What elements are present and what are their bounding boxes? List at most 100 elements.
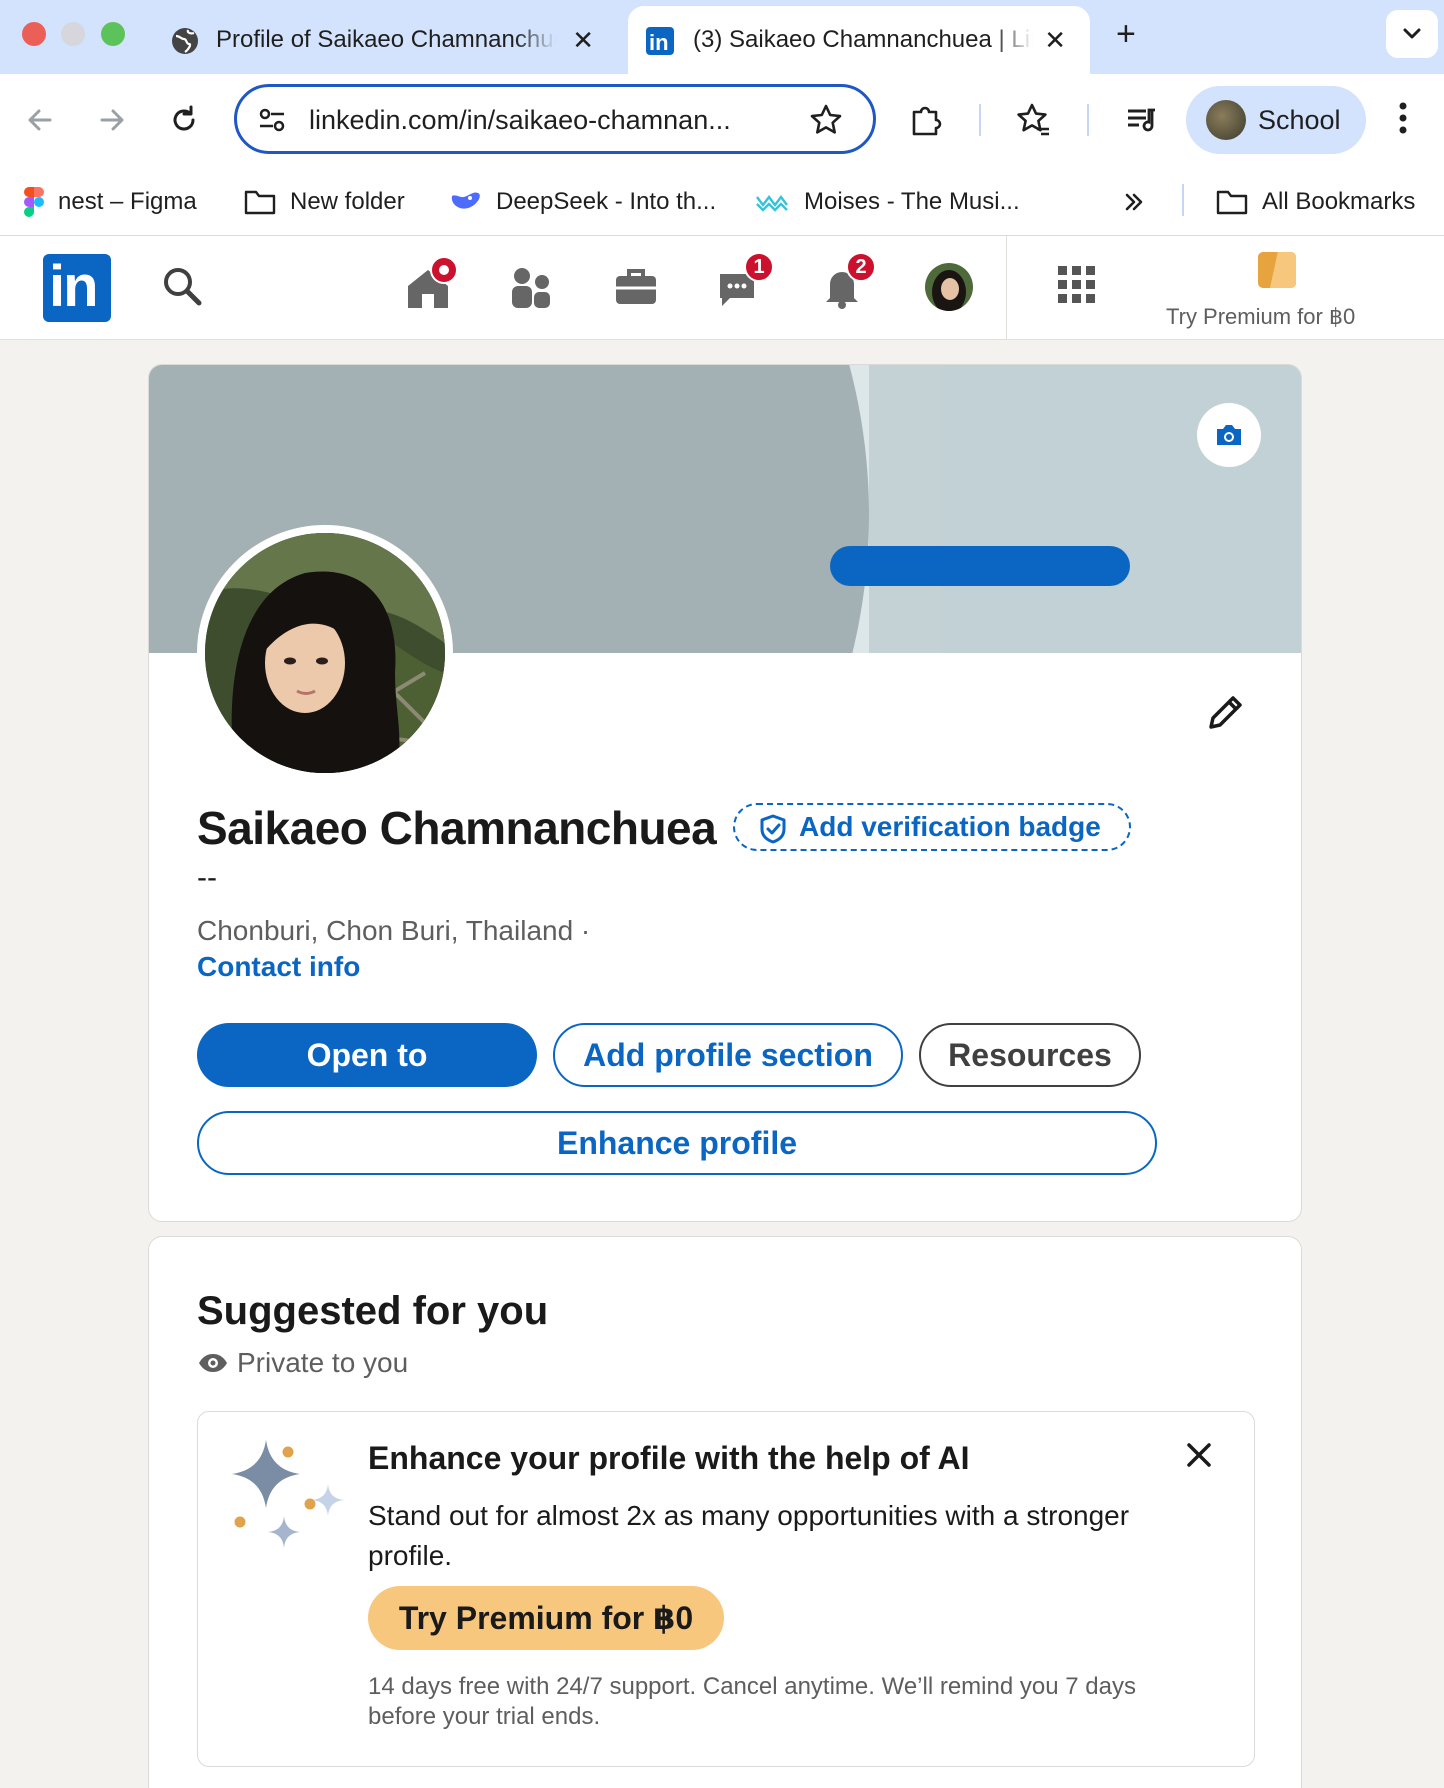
url-text[interactable]: linkedin.com/in/saikaeo-chamnan...: [309, 105, 731, 136]
profile-photo[interactable]: [197, 525, 453, 781]
globe-icon: [172, 28, 198, 54]
site-settings-icon[interactable]: [257, 105, 287, 135]
dismiss-suggestion-button[interactable]: [1186, 1442, 1212, 1473]
contact-info-link[interactable]: Contact info: [197, 951, 360, 983]
chevron-down-icon: [1403, 28, 1421, 39]
bookmark-deepseek[interactable]: DeepSeek - Into th...: [450, 184, 716, 220]
figma-icon: [24, 187, 44, 217]
search-button[interactable]: [160, 264, 212, 312]
profile-location: Chonburi, Chon Buri, Thailand ·: [197, 915, 591, 946]
nav-messaging[interactable]: 1: [716, 252, 774, 312]
premium-icon[interactable]: [1258, 252, 1296, 288]
arrow-left-icon: [28, 109, 52, 131]
extensions-button[interactable]: [904, 98, 948, 142]
suggested-for-you-card: Suggested for you Private to you Enhance…: [148, 1236, 1302, 1788]
profile-photo-image: [205, 533, 445, 773]
visibility-label: Private to you: [237, 1347, 409, 1378]
profile-avatar: [1206, 100, 1246, 140]
reading-list-button[interactable]: [1012, 98, 1056, 142]
nav-notifications[interactable]: 2: [820, 252, 876, 312]
bookmark-moises[interactable]: Moises - The Musi...: [756, 184, 1020, 220]
linkedin-global-nav: in 1 2 Try Premium for ฿0: [0, 236, 1444, 340]
avatar-icon: [925, 263, 973, 311]
back-button[interactable]: [18, 98, 62, 142]
more-bookmarks-button[interactable]: [1122, 184, 1160, 220]
folder-icon: [1216, 190, 1248, 215]
nav-home[interactable]: [404, 256, 458, 312]
bookmark-label: Moises - The Musi...: [804, 188, 1020, 215]
tab-title: (3) Saikaeo Chamnanchuea | LinkedIn: [693, 26, 1033, 53]
close-icon: [1187, 1443, 1211, 1467]
reload-button[interactable]: [162, 98, 206, 142]
profile-label: School: [1258, 105, 1341, 135]
add-verification-badge-button[interactable]: Add verification badge: [733, 803, 1131, 851]
eye-icon: [199, 1354, 227, 1372]
verification-label: Add verification badge: [799, 811, 1101, 842]
grid-icon: [1058, 266, 1095, 303]
media-controls-button[interactable]: [1120, 98, 1164, 142]
tab-linkedin[interactable]: in (3) Saikaeo Chamnanchuea | LinkedIn ✕: [628, 6, 1090, 74]
notifications-badge: 2: [846, 252, 876, 282]
nav-premium-link[interactable]: Try Premium for ฿0: [1166, 304, 1355, 330]
music-queue-icon: [1128, 108, 1155, 132]
address-bar[interactable]: linkedin.com/in/saikaeo-chamnan...: [234, 84, 876, 154]
tab-profile-page[interactable]: Profile of Saikaeo Chamnanchuea ✕: [168, 6, 618, 74]
bookmark-label: nest – Figma: [58, 188, 197, 215]
camera-icon: [1217, 425, 1241, 445]
sparkles-icon: [232, 1440, 344, 1548]
messaging-badge: 1: [744, 252, 774, 282]
pencil-icon: [1209, 696, 1242, 729]
bookmark-new-folder[interactable]: New folder: [244, 184, 405, 220]
partial-button[interactable]: [830, 546, 1130, 586]
bookmark-figma[interactable]: nest – Figma: [24, 184, 197, 220]
svg-text:in: in: [649, 30, 669, 55]
visibility-note: Private to you: [197, 1347, 408, 1379]
toolbar-separator: [1087, 104, 1089, 136]
profile-name: Saikaeo Chamnanchuea: [197, 802, 717, 854]
suggestion-description: Stand out for almost 2x as many opportun…: [368, 1500, 1130, 1571]
shield-check-icon: [760, 814, 786, 844]
new-tab-button[interactable]: +: [1116, 14, 1136, 54]
nav-divider: [1006, 236, 1007, 340]
forward-button[interactable]: [90, 98, 134, 142]
bookmark-star-icon[interactable]: [809, 103, 843, 137]
browser-profile-button[interactable]: School: [1186, 86, 1366, 154]
suggestion-title: Enhance your profile with the help of AI: [368, 1440, 970, 1476]
nav-apps[interactable]: [1056, 264, 1108, 312]
open-to-button[interactable]: Open to: [197, 1023, 537, 1087]
linkedin-logo[interactable]: in: [43, 254, 111, 322]
reload-icon: [173, 105, 195, 131]
minimize-window-button[interactable]: [61, 22, 85, 46]
nav-me[interactable]: [924, 262, 976, 311]
close-icon[interactable]: ✕: [572, 26, 594, 54]
browser-menu-button[interactable]: [1398, 98, 1408, 143]
enhance-profile-button[interactable]: Enhance profile: [197, 1111, 1157, 1175]
close-window-button[interactable]: [22, 22, 46, 46]
nav-my-network[interactable]: [508, 264, 560, 312]
notification-dot: [430, 256, 458, 284]
search-icon: [164, 268, 202, 306]
tab-title: Profile of Saikaeo Chamnanchuea: [216, 26, 556, 53]
trial-note: 14 days free with 24/7 support. Cancel a…: [368, 1673, 1136, 1730]
bookmark-label: DeepSeek - Into th...: [496, 188, 717, 215]
close-icon[interactable]: ✕: [1044, 26, 1066, 54]
try-premium-button[interactable]: Try Premium for ฿0: [368, 1586, 724, 1650]
add-profile-section-button[interactable]: Add profile section: [553, 1023, 903, 1087]
section-title: Suggested for you: [197, 1289, 549, 1333]
edit-intro-button[interactable]: [1205, 691, 1247, 738]
bookmark-separator: [1182, 184, 1184, 216]
maximize-window-button[interactable]: [101, 22, 125, 46]
star-list-icon: [1017, 103, 1049, 136]
ai-enhance-suggestion: Enhance your profile with the help of AI…: [197, 1411, 1255, 1767]
moises-icon: [756, 195, 788, 212]
briefcase-icon: [616, 269, 656, 304]
edit-cover-button[interactable]: [1197, 403, 1261, 467]
resources-button[interactable]: Resources: [919, 1023, 1141, 1087]
nav-jobs[interactable]: [612, 264, 664, 312]
bookmarks-bar: nest – Figma New folder DeepSeek - Into …: [0, 166, 1444, 236]
tab-search-button[interactable]: [1386, 10, 1438, 58]
deepseek-icon: [451, 192, 480, 209]
all-bookmarks-button[interactable]: All Bookmarks: [1216, 184, 1415, 220]
folder-icon: [244, 190, 276, 215]
profile-headline: --: [197, 861, 217, 894]
